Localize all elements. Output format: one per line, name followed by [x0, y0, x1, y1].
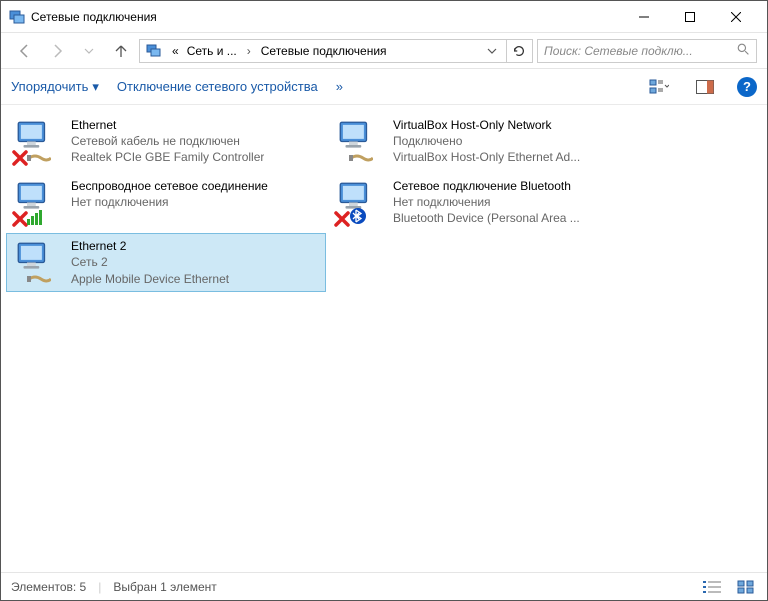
connection-status: Сеть 2: [71, 254, 229, 270]
connection-adapter: Bluetooth Device (Personal Area ...: [393, 210, 580, 226]
disable-device-button[interactable]: Отключение сетевого устройства: [117, 79, 318, 94]
search-placeholder: Поиск: Сетевые подклю...: [544, 44, 731, 58]
details-view-button[interactable]: [701, 578, 723, 596]
connection-adapter: VirtualBox Host-Only Ethernet Ad...: [393, 149, 580, 165]
connection-icon: [335, 178, 383, 226]
connection-name: Сетевое подключение Bluetooth: [393, 178, 580, 194]
location-icon: [146, 43, 162, 59]
connection-name: Ethernet 2: [71, 238, 229, 254]
search-icon: [737, 43, 750, 59]
history-dropdown-button[interactable]: [482, 40, 502, 62]
connection-sub-icon: [27, 152, 51, 167]
connection-icon: [13, 238, 61, 286]
connections-list: Ethernet Сетевой кабель не подключен Rea…: [1, 105, 767, 572]
address-bar[interactable]: « Сеть и ... › Сетевые подключения: [139, 39, 533, 63]
dropdown-arrow-icon: ▾: [92, 79, 99, 95]
connection-name: VirtualBox Host-Only Network: [393, 117, 580, 133]
titlebar: Сетевые подключения: [1, 1, 767, 33]
connection-icon: [13, 117, 61, 165]
breadcrumb-part2[interactable]: Сетевые подключения: [259, 44, 389, 58]
connection-icon: [13, 178, 61, 226]
refresh-button[interactable]: [506, 40, 530, 62]
connection-status: Подключено: [393, 133, 580, 149]
connection-adapter: Realtek PCIe GBE Family Controller: [71, 149, 264, 165]
connection-name: Ethernet: [71, 117, 264, 133]
chevron-right-icon[interactable]: ›: [243, 44, 255, 58]
minimize-button[interactable]: [621, 1, 667, 33]
connection-sub-icon: [27, 273, 51, 288]
connection-status: Сетевой кабель не подключен: [71, 133, 264, 149]
navbar: « Сеть и ... › Сетевые подключения Поиск…: [1, 33, 767, 69]
connection-sub-icon: [349, 207, 367, 228]
connection-item[interactable]: Сетевое подключение Bluetooth Нет подклю…: [328, 173, 648, 232]
connection-item[interactable]: Ethernet 2 Сеть 2 Apple Mobile Device Et…: [6, 233, 326, 292]
large-icons-view-button[interactable]: [735, 578, 757, 596]
app-icon: [9, 9, 25, 25]
up-button[interactable]: [107, 37, 135, 65]
status-bar: Элементов: 5 | Выбран 1 элемент: [1, 572, 767, 600]
connection-name: Беспроводное сетевое соединение: [71, 178, 268, 194]
window-title: Сетевые подключения: [31, 10, 621, 24]
status-elements-count: Элементов: 5: [11, 580, 86, 594]
preview-pane-button[interactable]: [691, 75, 719, 99]
more-commands-button[interactable]: »: [336, 79, 343, 94]
breadcrumb-prefix: «: [170, 44, 181, 58]
connection-sub-icon: [349, 152, 373, 167]
help-button[interactable]: ?: [737, 77, 757, 97]
connection-item[interactable]: Беспроводное сетевое соединение Нет подк…: [6, 173, 326, 232]
connection-sub-icon: [27, 209, 49, 228]
back-button[interactable]: [11, 37, 39, 65]
breadcrumb-part1[interactable]: Сеть и ...: [185, 44, 239, 58]
forward-button[interactable]: [43, 37, 71, 65]
organize-button[interactable]: Упорядочить ▾: [11, 79, 99, 95]
command-bar: Упорядочить ▾ Отключение сетевого устрой…: [1, 69, 767, 105]
maximize-button[interactable]: [667, 1, 713, 33]
close-button[interactable]: [713, 1, 759, 33]
connection-item[interactable]: VirtualBox Host-Only Network Подключено …: [328, 112, 648, 171]
view-options-button[interactable]: [645, 75, 673, 99]
connection-status: Нет подключения: [71, 194, 268, 210]
connection-item[interactable]: Ethernet Сетевой кабель не подключен Rea…: [6, 112, 326, 171]
recent-button[interactable]: [75, 37, 103, 65]
status-selected-count: Выбран 1 элемент: [113, 580, 216, 594]
connection-icon: [335, 117, 383, 165]
connection-status: Нет подключения: [393, 194, 580, 210]
search-input[interactable]: Поиск: Сетевые подклю...: [537, 39, 757, 63]
connection-adapter: Apple Mobile Device Ethernet: [71, 271, 229, 287]
